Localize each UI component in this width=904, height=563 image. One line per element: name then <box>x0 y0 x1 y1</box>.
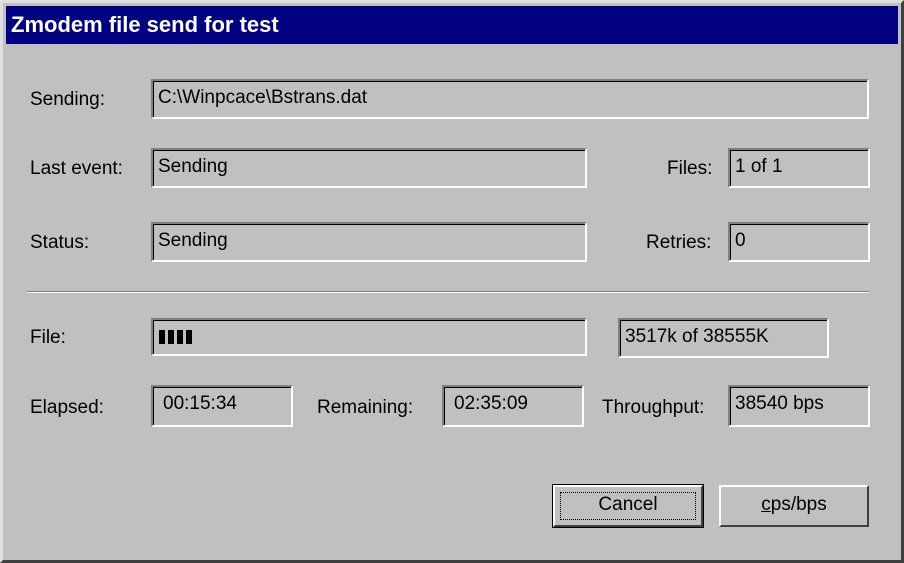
progress-block <box>159 330 165 344</box>
remaining-field: 02:35:09 <box>442 385 584 427</box>
status-field: Sending <box>151 222 587 262</box>
window-title: Zmodem file send for test <box>6 6 898 44</box>
throughput-label: Throughput: <box>602 397 705 418</box>
retries-field: 0 <box>728 222 870 262</box>
files-label: Files: <box>667 158 713 179</box>
progress-block <box>186 330 192 344</box>
separator <box>27 291 869 293</box>
cancel-button-label: Cancel <box>598 494 658 515</box>
retries-label: Retries: <box>646 232 712 253</box>
file-progress-bar <box>151 318 587 356</box>
progress-block <box>177 330 183 344</box>
cps-bps-accelerator: c <box>761 494 771 515</box>
elapsed-label: Elapsed: <box>30 397 104 418</box>
progress-block <box>168 330 174 344</box>
status-label: Status: <box>30 232 90 253</box>
cps-bps-button-label: cps/bps <box>721 487 867 523</box>
last-event-label: Last event: <box>30 158 123 179</box>
file-progress-fill <box>159 330 192 344</box>
remaining-label: Remaining: <box>317 397 414 418</box>
files-field: 1 of 1 <box>728 148 870 188</box>
sending-label: Sending: <box>30 89 106 110</box>
cps-bps-button[interactable]: cps/bps <box>719 485 869 527</box>
throughput-field: 38540 bps <box>728 385 870 427</box>
file-label: File: <box>30 327 66 348</box>
file-size-field: 3517k of 38555K <box>618 318 829 358</box>
cps-bps-rest: ps/bps <box>770 494 827 515</box>
last-event-field: Sending <box>151 148 587 188</box>
sending-field: C:\Winpcace\Bstrans.dat <box>151 79 869 119</box>
elapsed-field: 00:15:34 <box>151 385 293 427</box>
cancel-button[interactable]: Cancel <box>552 484 704 528</box>
zmodem-dialog: Zmodem file send for test Sending: C:\Wi… <box>0 0 904 563</box>
